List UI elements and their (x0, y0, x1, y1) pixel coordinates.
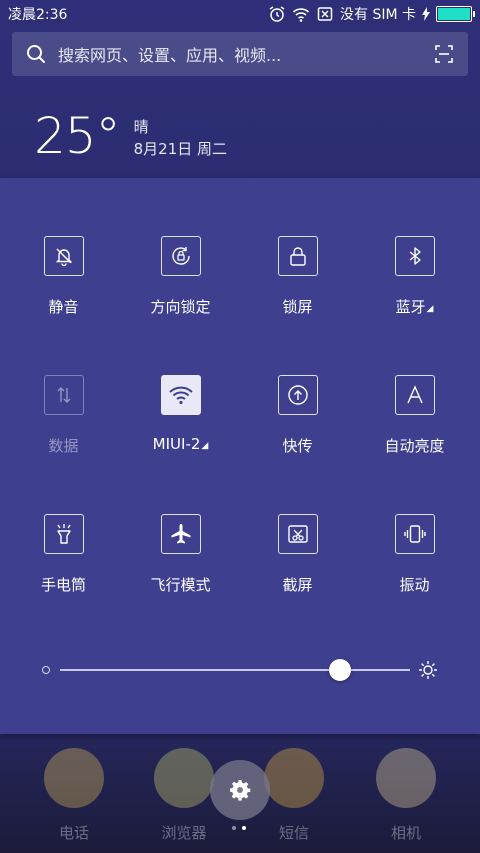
dock-app-phone[interactable]: 电话 (14, 740, 134, 843)
menu-caret-icon: ◢ (426, 304, 434, 314)
toggle-airplane-mode[interactable]: 飞行模式 (122, 514, 239, 614)
no-sim-text: 没有 SIM 卡 (340, 7, 416, 23)
gear-icon (230, 780, 251, 801)
camera-icon (376, 748, 436, 808)
toggle-bluetooth[interactable]: 蓝牙◢ (356, 236, 473, 336)
toggle-label: 蓝牙◢ (395, 298, 434, 316)
dock-app-label: 电话 (58, 824, 89, 842)
page-indicator (232, 826, 246, 830)
toggle-screenshot[interactable]: 截屏 (239, 514, 356, 614)
toggle-silent[interactable]: 静音 (5, 236, 122, 336)
status-time: 凌晨2:36 (8, 7, 68, 23)
toggle-silent-box[interactable] (43, 236, 84, 276)
toggle-label: 振动 (399, 576, 430, 594)
toggle-airplane-mode-box[interactable] (160, 514, 201, 554)
dock-app-label: 浏览器 (161, 824, 207, 842)
toggle-vibrate[interactable]: 振动 (356, 514, 473, 614)
browser-icon (154, 748, 214, 808)
battery-icon (436, 6, 475, 22)
brightness-high-icon (419, 661, 437, 679)
vibrate-icon (403, 525, 426, 543)
dock-app-camera[interactable]: 相机 (346, 740, 466, 843)
status-bar: 凌晨2:36 没有 SIM 卡 (0, 0, 480, 28)
toggle-vibrate-box[interactable] (394, 514, 435, 554)
toggle-label: 飞行模式 (150, 576, 211, 594)
toggle-label: 静音 (48, 298, 79, 316)
toggle-auto-brightness-box[interactable] (394, 375, 435, 415)
toggle-label: 手电筒 (40, 576, 86, 594)
toggle-label: 方向锁定 (150, 298, 211, 316)
charging-icon (422, 7, 430, 21)
search-placeholder: 搜索网页、设置、应用、视频... (58, 46, 282, 65)
phone-icon (44, 748, 104, 808)
flashlight-icon (56, 524, 71, 544)
rotation-lock-icon (171, 247, 190, 265)
menu-caret-icon: ◢ (201, 441, 209, 451)
message-icon (264, 748, 324, 808)
dock-app-label: 相机 (390, 824, 421, 842)
toggle-label: 快传 (282, 437, 313, 455)
wifi-icon (168, 386, 193, 405)
airplane-icon (171, 524, 190, 544)
control-center-panel: 静音 方向锁定 锁屏 蓝牙◢ 数据 MIUI-2◢ 快传 自动亮度 手电筒 飞行… (0, 178, 480, 734)
weather-date: 8月21日 周二 (133, 140, 228, 158)
toggle-quick-share-box[interactable] (277, 375, 318, 415)
lock-icon (289, 247, 306, 266)
toggle-flashlight-box[interactable] (43, 514, 84, 554)
battery-fill (438, 8, 470, 20)
toggle-mobile-data-box[interactable] (43, 375, 84, 415)
toggle-wifi-box[interactable] (160, 375, 201, 415)
toggle-label: MIUI-2◢ (152, 435, 209, 453)
toggle-label: 截屏 (282, 576, 313, 594)
search-icon (27, 45, 45, 63)
scan-icon[interactable] (434, 44, 454, 64)
settings-button[interactable] (210, 760, 270, 820)
brightness-track[interactable] (60, 669, 410, 671)
page-dot (232, 826, 236, 830)
toggle-wifi[interactable]: MIUI-2◢ (122, 375, 239, 475)
weather-widget[interactable]: 25° 晴 8月21日 周二 (34, 108, 227, 164)
brightness-slider[interactable] (40, 658, 440, 682)
toggle-lock-screen[interactable]: 锁屏 (239, 236, 356, 336)
screenshot-icon (287, 525, 308, 543)
toggle-mobile-data[interactable]: 数据 (5, 375, 122, 475)
alarm-icon (269, 6, 285, 22)
bell-off-icon (55, 248, 72, 267)
auto-brightness-icon (406, 385, 423, 404)
brightness-thumb[interactable] (329, 659, 351, 681)
toggle-rotation-lock-box[interactable] (160, 236, 201, 276)
dock-app-label: 短信 (278, 824, 309, 842)
toggle-bluetooth-box[interactable] (394, 236, 435, 276)
wifi-status-icon (292, 8, 310, 22)
search-bar[interactable]: 搜索网页、设置、应用、视频... (12, 32, 468, 76)
no-sim-icon (317, 7, 333, 21)
toggle-label: 数据 (48, 437, 79, 455)
toggle-lock-screen-box[interactable] (277, 236, 318, 276)
data-arrows-icon (57, 387, 70, 403)
toggle-label: 锁屏 (282, 298, 313, 316)
share-upload-icon (287, 385, 308, 405)
weather-condition: 晴 (133, 118, 149, 136)
toggle-label: 自动亮度 (384, 437, 445, 455)
toggle-rotation-lock[interactable]: 方向锁定 (122, 236, 239, 336)
toggle-screenshot-box[interactable] (277, 514, 318, 554)
bluetooth-icon (409, 247, 421, 265)
weather-temperature: 25° (34, 107, 121, 165)
toggle-flashlight[interactable]: 手电筒 (5, 514, 122, 614)
brightness-low-icon (42, 666, 50, 674)
page-dot-active (242, 826, 246, 830)
toggle-auto-brightness[interactable]: 自动亮度 (356, 375, 473, 475)
toggle-quick-share[interactable]: 快传 (239, 375, 356, 475)
status-icons: 没有 SIM 卡 (268, 4, 475, 24)
